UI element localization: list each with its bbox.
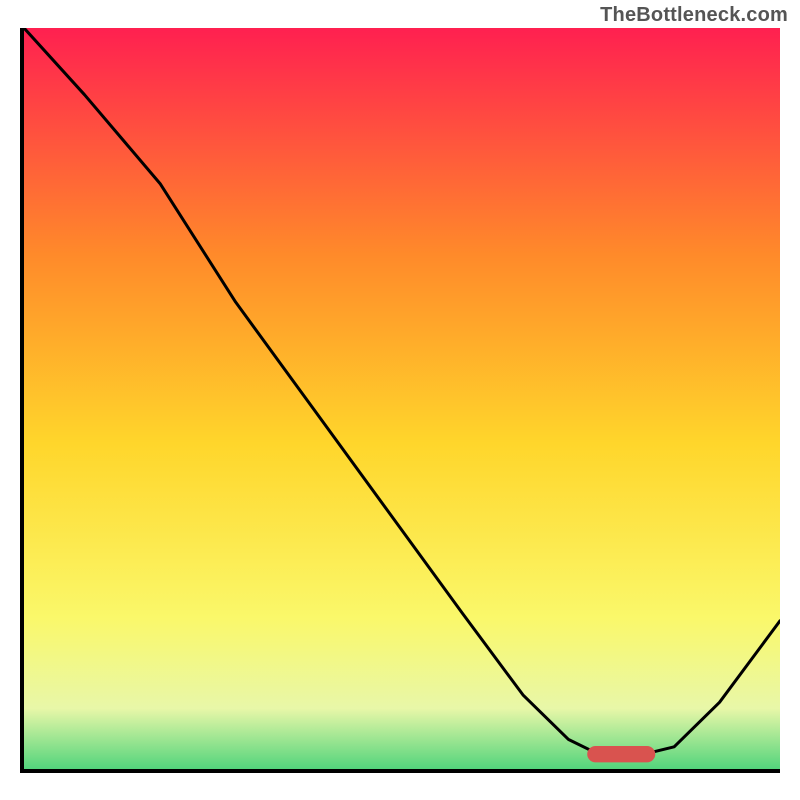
bottleneck-chart: TheBottleneck.com [0,0,800,800]
bottleneck-curve-path [24,28,780,754]
plot-area [20,28,780,773]
watermark-text: TheBottleneck.com [600,4,788,27]
curve-layer [24,28,780,769]
optimal-range-marker [591,750,651,759]
